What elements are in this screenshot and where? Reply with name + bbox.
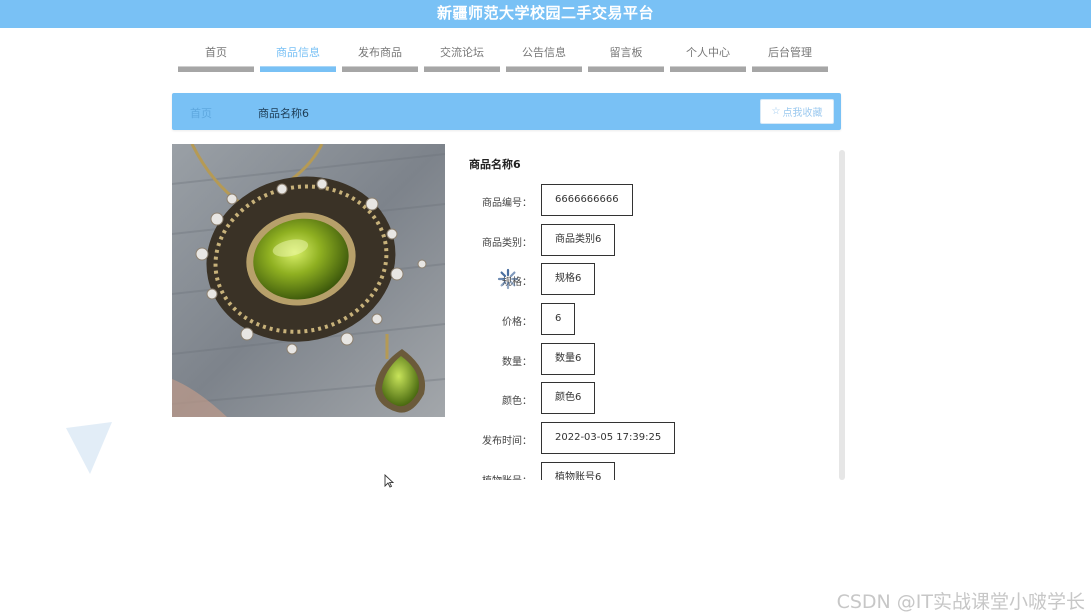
field-row-price: 价格： 6	[460, 303, 820, 335]
field-value: 6666666666	[541, 184, 633, 216]
field-label: 商品编号：	[482, 198, 532, 209]
field-label: 数量：	[502, 357, 532, 368]
field-row-quantity: 数量： 数量6	[460, 343, 820, 375]
field-row-account: 植物账号： 植物账号6	[460, 462, 820, 480]
breadcrumb-current: 商品名称6	[258, 107, 309, 120]
nav-item-announcements[interactable]: 公告信息	[506, 42, 582, 72]
nav-item-personal-center[interactable]: 个人中心	[670, 42, 746, 72]
nav-item-home[interactable]: 首页	[178, 42, 254, 72]
field-row-category: 商品类别： 商品类别6	[460, 224, 820, 256]
nav-item-forum[interactable]: 交流论坛	[424, 42, 500, 72]
watermark: CSDN @IT实战课堂小啵学长	[836, 591, 1085, 613]
field-label: 发布时间：	[482, 436, 532, 447]
field-value: 6	[541, 303, 576, 335]
favorite-button-label: 点我收藏	[782, 108, 823, 119]
nav-item-publish[interactable]: 发布商品	[342, 42, 418, 72]
field-row-code: 商品编号： 6666666666	[460, 184, 820, 216]
mouse-pointer-icon	[384, 474, 394, 488]
product-name: 商品名称6	[469, 158, 521, 171]
nav-item-message-board[interactable]: 留言板	[588, 42, 664, 72]
favorite-button[interactable]: ☆ 点我收藏	[760, 99, 834, 124]
decorative-triangle	[66, 422, 112, 474]
spinner-icon	[497, 268, 519, 290]
field-label: 颜色：	[502, 396, 532, 407]
field-label: 商品类别：	[482, 238, 532, 249]
field-value: 数量6	[541, 343, 596, 375]
star-outline-icon: ☆	[771, 106, 781, 117]
field-label: 植物账号：	[482, 472, 532, 480]
site-header: 新疆师范大学校园二手交易平台	[0, 0, 1091, 28]
field-value: 商品类别6	[541, 224, 616, 256]
field-value: 规格6	[541, 263, 596, 295]
field-row-color: 颜色： 颜色6	[460, 382, 820, 414]
breadcrumb-home-link[interactable]: 首页	[190, 105, 212, 121]
pendant-photo	[172, 144, 445, 417]
field-value: 植物账号6	[541, 462, 616, 480]
nav-item-product-info[interactable]: 商品信息	[260, 42, 336, 72]
product-image	[172, 144, 445, 417]
breadcrumb: 首页 商品名称6 ☆ 点我收藏	[172, 93, 841, 130]
details-scrollbar[interactable]	[839, 150, 845, 480]
field-value: 2022-03-05 17:39:25	[541, 422, 676, 454]
nav-item-admin[interactable]: 后台管理	[752, 42, 828, 72]
page: 新疆师范大学校园二手交易平台 首页 商品信息 发布商品 交流论坛 公告信息 留言…	[0, 0, 1091, 616]
field-label: 价格：	[502, 317, 532, 328]
site-title: 新疆师范大学校园二手交易平台	[436, 4, 654, 22]
main-nav: 首页 商品信息 发布商品 交流论坛 公告信息 留言板 个人中心 后台管理	[178, 42, 838, 74]
product-details: 商品名称6 商品编号： 6666666666 商品类别： 商品类别6 规格： 规…	[460, 144, 845, 480]
field-value: 颜色6	[541, 382, 596, 414]
field-row-publish-time: 发布时间： 2022-03-05 17:39:25	[460, 422, 820, 454]
